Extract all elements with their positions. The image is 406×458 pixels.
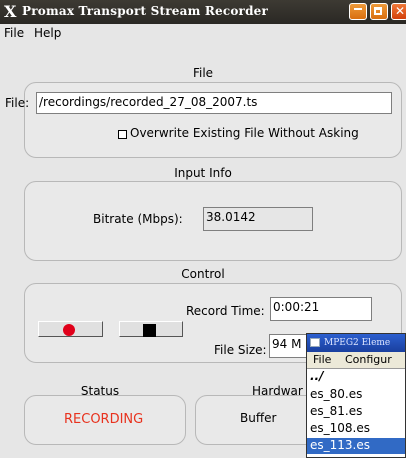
file-section-heading: File bbox=[192, 66, 214, 80]
list-item[interactable]: es_80.es bbox=[307, 387, 405, 403]
maximize-icon bbox=[374, 7, 382, 15]
overwrite-label: Overwrite Existing File Without Asking bbox=[130, 126, 359, 140]
popup-menu-configure[interactable]: Configur bbox=[345, 353, 392, 366]
menu-help[interactable]: Help bbox=[34, 26, 61, 40]
x-logo-icon: X bbox=[4, 2, 17, 21]
popup-menu-file[interactable]: File bbox=[313, 353, 331, 366]
file-label: File: bbox=[5, 96, 30, 110]
minimize-icon bbox=[354, 8, 362, 10]
buffer-label: Buffer bbox=[240, 411, 277, 425]
list-item[interactable]: es_108.es bbox=[307, 421, 405, 437]
popup-menu-bar: File Configur bbox=[307, 352, 405, 369]
minimize-button[interactable] bbox=[349, 3, 367, 20]
file-size-label: File Size: bbox=[214, 343, 267, 357]
popup-title: MPEG2 Eleme bbox=[324, 338, 391, 348]
title-bar[interactable]: X Promax Transport Stream Recorder ✕ bbox=[0, 0, 406, 24]
window-icon bbox=[310, 338, 320, 347]
maximize-button[interactable] bbox=[370, 3, 388, 20]
stop-square-icon bbox=[143, 324, 156, 337]
stop-button[interactable] bbox=[119, 321, 183, 337]
file-path-input[interactable]: /recordings/recorded_27_08_2007.ts bbox=[36, 92, 392, 114]
bitrate-label: Bitrate (Mbps): bbox=[93, 212, 183, 226]
close-icon: ✕ bbox=[395, 4, 406, 18]
control-heading: Control bbox=[181, 267, 225, 281]
mpeg2-elementary-popup[interactable]: MPEG2 Eleme File Configur ../ es_80.es e… bbox=[306, 333, 406, 458]
close-button[interactable]: ✕ bbox=[391, 3, 406, 20]
menu-bar: File Help bbox=[0, 24, 406, 43]
record-dot-icon bbox=[63, 324, 75, 336]
status-text: RECORDING bbox=[64, 412, 144, 427]
list-item-selected[interactable]: es_113.es bbox=[307, 438, 405, 454]
record-time-value: 0:00:21 bbox=[270, 297, 372, 321]
record-button[interactable] bbox=[38, 321, 103, 337]
list-item[interactable]: es_81.es bbox=[307, 404, 405, 420]
overwrite-checkbox[interactable] bbox=[118, 130, 127, 139]
popup-title-bar[interactable]: MPEG2 Eleme bbox=[307, 334, 405, 352]
window-title: Promax Transport Stream Recorder bbox=[22, 4, 269, 18]
bitrate-value: 38.0142 bbox=[203, 207, 313, 231]
file-list: ../ es_80.es es_81.es es_108.es es_113.e… bbox=[307, 369, 405, 457]
list-item[interactable]: ../ bbox=[307, 369, 405, 385]
input-info-heading: Input Info bbox=[174, 166, 232, 180]
recorder-window: X Promax Transport Stream Recorder ✕ Fil… bbox=[0, 0, 406, 458]
menu-file[interactable]: File bbox=[4, 26, 24, 40]
record-time-label: Record Time: bbox=[186, 304, 265, 318]
